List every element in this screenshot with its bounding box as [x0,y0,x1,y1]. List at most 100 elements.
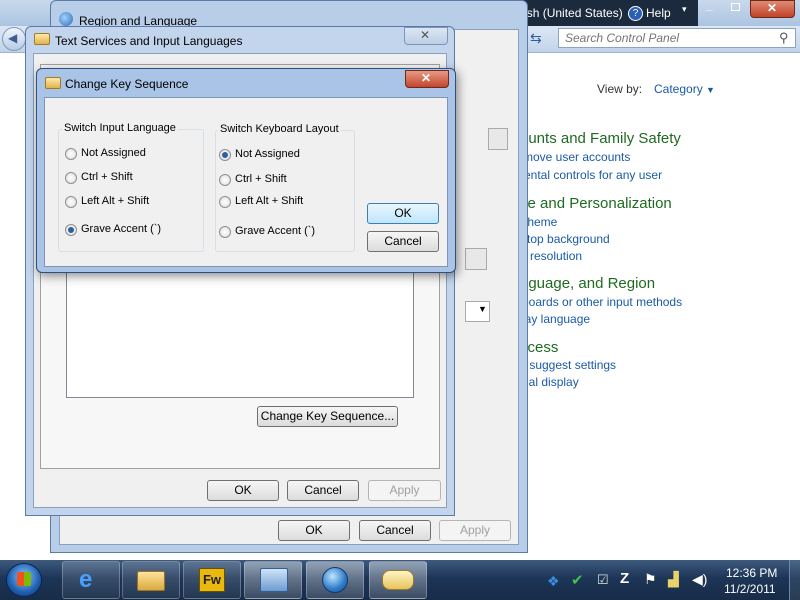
group-title: Switch Input Language [62,122,178,134]
close-button[interactable]: ✕ [405,70,449,88]
refresh-button[interactable]: ⇆ [528,30,552,48]
restore-icon [731,3,740,11]
cancel-button[interactable]: Cancel [359,520,431,541]
volume-icon[interactable]: ◀) [692,571,707,588]
radio-icon [65,196,77,208]
chevron-down-icon: ▼ [706,85,715,95]
category-link[interactable]: ktop background [521,232,610,246]
view-by-dropdown[interactable]: Category ▼ [654,82,715,96]
radio-layout-left-alt-shift[interactable]: Left Alt + Shift [219,194,339,210]
window-title: Text Services and Input Languages [55,34,243,48]
radio-checked-icon [65,224,77,236]
clock-date[interactable]: 11/2/2011 [724,582,776,596]
internet-explorer-icon: e [79,566,93,593]
hot-keys-list[interactable] [66,270,414,398]
apply-button[interactable]: Apply [368,480,441,501]
search-icon: ⚲ [779,30,789,45]
partial-button[interactable] [488,128,508,150]
view-by-label: View by: [597,82,643,96]
category-link[interactable]: rental controls for any user [520,168,662,182]
taskbar-internet-explorer[interactable]: e [62,561,120,599]
minimize-icon: _ [706,0,713,12]
security-check-icon[interactable]: ☑ [597,572,609,588]
radio-label: Left Alt + Shift [235,195,304,207]
radio-label: Not Assigned [81,147,146,159]
view-by-value: Category [654,82,703,96]
category-link[interactable]: move user accounts [523,150,630,164]
help-icon: ? [628,6,643,21]
explorer-icon [137,571,165,591]
change-key-sequence-button[interactable]: Change Key Sequence... [257,406,398,427]
radio-label: Ctrl + Shift [235,173,287,185]
keyboard-icon [45,77,61,89]
windows-orb-icon [17,572,31,586]
dropbox-icon[interactable]: ❖ [547,573,560,590]
close-button[interactable]: ✕ [404,27,448,45]
partial-dropdown[interactable]: ▼ [465,301,490,322]
taskbar-region-language[interactable] [306,561,364,599]
language-bar-options-icon[interactable]: ▾ [682,4,687,15]
close-icon: ✕ [421,71,432,85]
keyboard-icon [34,33,50,45]
zonealarm-icon[interactable]: Z [620,570,629,587]
maximize-button[interactable] [723,0,749,17]
category-link[interactable]: ual display [522,375,579,389]
radio-layout-ctrl-shift[interactable]: Ctrl + Shift [219,172,339,188]
group-title: Switch Keyboard Layout [218,123,341,135]
refresh-icon: ⇆ [530,30,542,46]
change-key-sequence-dialog: Change Key Sequence ✕ Switch Input Langu… [36,68,456,273]
radio-checked-icon [219,149,231,161]
category-link[interactable]: lay language [522,312,590,326]
apply-button[interactable]: Apply [439,520,511,541]
control-panel-icon [260,568,288,592]
search-box[interactable]: ⚲ [558,28,796,48]
help-button[interactable]: Help [646,6,671,20]
ok-button[interactable]: OK [278,520,350,541]
category-link[interactable]: theme [524,215,557,229]
radio-icon [219,196,231,208]
radio-icon [65,172,77,184]
start-button[interactable] [6,563,42,597]
taskbar-fireworks[interactable]: Fw [183,561,241,599]
search-input[interactable] [565,31,765,45]
taskbar-text-services[interactable] [369,561,427,599]
category-link[interactable]: boards or other input methods [522,295,682,309]
radio-label: Not Assigned [235,148,300,160]
action-center-flag-icon[interactable]: ⚑ [644,571,657,588]
category-title-language[interactable]: nguage, and Region [520,275,655,292]
radio-icon [65,148,77,160]
taskbar-control-panel[interactable] [244,561,302,599]
category-title-user-accounts[interactable]: ounts and Family Safety [520,130,681,147]
radio-icon [219,174,231,186]
minimize-button[interactable]: _ [697,0,723,17]
network-signal-icon[interactable]: ▟ [668,571,679,588]
radio-label: Ctrl + Shift [81,171,133,183]
cancel-button[interactable]: Cancel [367,231,439,252]
radio-label: Grave Accent (`) [235,225,316,237]
radio-layout-not-assigned[interactable]: Not Assigned [219,147,339,163]
sync-check-icon[interactable]: ✔ [571,571,584,589]
category-link[interactable]: s suggest settings [520,358,616,372]
clock-time[interactable]: 12:36 PM [726,566,777,580]
ok-button[interactable]: OK [367,203,439,224]
ok-button[interactable]: OK [207,480,279,501]
keyboard-icon [382,570,414,590]
radio-input-ctrl-shift[interactable]: Ctrl + Shift [65,170,185,186]
back-button[interactable]: ◀ [2,27,26,51]
chevron-down-icon: ▼ [478,304,487,314]
category-link[interactable]: n resolution [520,249,582,263]
radio-label: Left Alt + Shift [81,195,150,207]
close-icon: ✕ [420,28,431,42]
world-clock-icon [322,567,348,593]
cancel-button[interactable]: Cancel [287,480,359,501]
radio-input-grave-accent[interactable]: Grave Accent (`) [65,222,185,238]
radio-layout-grave-accent[interactable]: Grave Accent (`) [219,224,339,240]
close-icon: ✕ [767,1,778,15]
radio-input-left-alt-shift[interactable]: Left Alt + Shift [65,194,185,210]
close-button[interactable]: ✕ [750,0,795,18]
partial-button[interactable] [465,248,487,270]
radio-input-not-assigned[interactable]: Not Assigned [65,146,185,162]
show-desktop-button[interactable] [789,560,800,600]
category-title-appearance[interactable]: ce and Personalization [520,195,672,212]
taskbar-windows-explorer[interactable] [122,561,180,599]
